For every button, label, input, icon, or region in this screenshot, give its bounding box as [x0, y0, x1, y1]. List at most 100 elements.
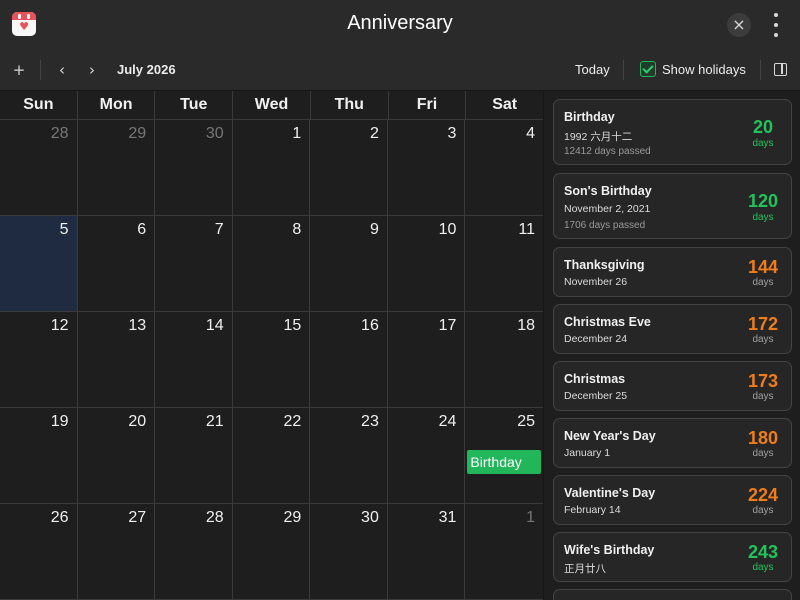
day-cell[interactable]: 31	[387, 504, 466, 600]
day-cell[interactable]: 28	[0, 120, 78, 216]
day-number: 26	[50, 509, 69, 526]
day-cell[interactable]: 2	[310, 120, 388, 216]
day-cell[interactable]: 15	[232, 312, 311, 408]
day-cell[interactable]: 29	[232, 504, 311, 600]
day-cell[interactable]: 1	[232, 120, 311, 216]
anniversary-card[interactable]: New Year's Day January 1 180 days	[553, 418, 792, 468]
weekday-label: Wed	[233, 91, 311, 119]
day-number: 31	[438, 509, 457, 526]
day-cell[interactable]: 16	[310, 312, 388, 408]
weekday-label: Fri	[389, 91, 467, 119]
card-date: December 25	[564, 390, 628, 402]
card-date: 正月廿八	[564, 563, 606, 575]
day-cell[interactable]: 3	[387, 120, 466, 216]
day-cell[interactable]: 14	[155, 312, 233, 408]
card-days-count: 172	[747, 314, 779, 334]
day-cell[interactable]: 18	[465, 312, 543, 408]
day-cell[interactable]: 24	[387, 408, 466, 504]
day-cell[interactable]: 13	[77, 312, 156, 408]
day-number: 21	[205, 413, 224, 430]
next-month-button[interactable]: ›	[82, 58, 102, 82]
day-cell[interactable]: 23	[310, 408, 388, 504]
day-cell[interactable]: 27	[77, 504, 156, 600]
weekday-label: Mon	[78, 91, 156, 119]
day-number: 7	[214, 221, 224, 238]
day-cell[interactable]: 25 Birthday	[465, 408, 543, 504]
day-cell[interactable]: 19	[0, 408, 78, 504]
anniversary-card[interactable]: Valentine's Day February 14 224 days	[553, 475, 792, 525]
day-number: 11	[518, 221, 535, 238]
sidebar-toggle-icon[interactable]	[774, 63, 787, 76]
toolbar: + ‹ › July 2026 Today Show holidays	[0, 50, 800, 91]
day-number: 22	[283, 413, 302, 430]
day-cell[interactable]: 11	[465, 216, 543, 312]
day-number: 24	[438, 413, 457, 430]
toolbar-divider	[623, 60, 624, 80]
anniversary-card[interactable]: Christmas Eve December 24 172 days	[553, 304, 792, 354]
day-cell[interactable]: 7	[155, 216, 233, 312]
day-number: 18	[517, 317, 535, 334]
toolbar-divider	[40, 60, 41, 80]
event-chip-birthday[interactable]: Birthday	[467, 450, 541, 474]
card-days-unit: days	[752, 212, 774, 223]
title-bar: ♥ Anniversary ×	[0, 0, 800, 50]
chevron-left-icon: ‹	[59, 61, 65, 79]
today-button[interactable]: Today	[575, 62, 610, 77]
day-cell[interactable]: 30	[155, 120, 233, 216]
day-cell[interactable]: 4	[465, 120, 543, 216]
show-holidays-checkbox[interactable]	[640, 61, 656, 77]
card-days-count: 120	[747, 191, 779, 211]
card-days-unit: days	[752, 391, 774, 402]
day-cell[interactable]: 6	[77, 216, 156, 312]
day-cell[interactable]: 21	[155, 408, 233, 504]
anniversary-card[interactable]: Son's Birthday November 2, 2021 1706 day…	[553, 173, 792, 239]
day-cell[interactable]: 9	[310, 216, 388, 312]
anniversary-card[interactable]: Birthday 1992 六月十二 12412 days passed 20 …	[553, 99, 792, 165]
add-event-button[interactable]: +	[8, 58, 30, 82]
day-cell[interactable]: 20	[77, 408, 156, 504]
day-cell[interactable]: 12	[0, 312, 78, 408]
day-cell[interactable]: 22	[232, 408, 311, 504]
day-number: 9	[369, 221, 379, 238]
close-button[interactable]: ×	[727, 13, 751, 37]
day-cell[interactable]: 29	[77, 120, 156, 216]
card-date: January 1	[564, 447, 611, 459]
day-number: 29	[128, 125, 147, 142]
plus-icon: +	[12, 61, 26, 79]
day-cell[interactable]: 28	[155, 504, 233, 600]
more-options-button[interactable]	[766, 12, 786, 38]
day-number: 30	[205, 125, 224, 142]
day-cell[interactable]: 26	[0, 504, 78, 600]
card-days-count: 144	[747, 257, 779, 277]
day-number: 27	[128, 509, 147, 526]
card-name: Thanksgiving	[564, 258, 645, 272]
card-name: New Year's Day	[564, 429, 656, 443]
card-name: Son's Birthday	[564, 184, 652, 198]
previous-month-button[interactable]: ‹	[52, 58, 72, 82]
card-days-unit: days	[752, 277, 774, 288]
day-number: 5	[59, 221, 69, 238]
more-vertical-icon	[774, 13, 778, 17]
card-name: Wife's Birthday	[564, 543, 655, 557]
day-number: 30	[361, 509, 379, 526]
day-cell[interactable]: 8	[232, 216, 311, 312]
day-cell[interactable]: 30	[310, 504, 388, 600]
day-number: 6	[137, 221, 147, 238]
anniversary-card[interactable]: Thanksgiving November 26 144 days	[553, 247, 792, 297]
card-date: 1992 六月十二	[564, 131, 633, 143]
day-number: 17	[438, 317, 457, 334]
anniversary-card-partial[interactable]	[553, 589, 792, 600]
day-cell[interactable]: 17	[387, 312, 466, 408]
day-number: 1	[526, 509, 535, 526]
show-holidays-label[interactable]: Show holidays	[662, 62, 746, 77]
anniversary-card[interactable]: Christmas December 25 173 days	[553, 361, 792, 411]
card-days-unit: days	[752, 138, 774, 149]
anniversary-card[interactable]: Wife's Birthday 正月廿八 243 days	[553, 532, 792, 582]
card-name: Valentine's Day	[564, 486, 656, 500]
toolbar-divider	[760, 60, 761, 80]
day-cell[interactable]: 10	[387, 216, 466, 312]
day-cell-today[interactable]: 5	[0, 216, 78, 312]
day-number: 15	[283, 317, 302, 334]
day-cell[interactable]: 1	[465, 504, 543, 600]
current-month-label: July 2026	[117, 62, 176, 77]
